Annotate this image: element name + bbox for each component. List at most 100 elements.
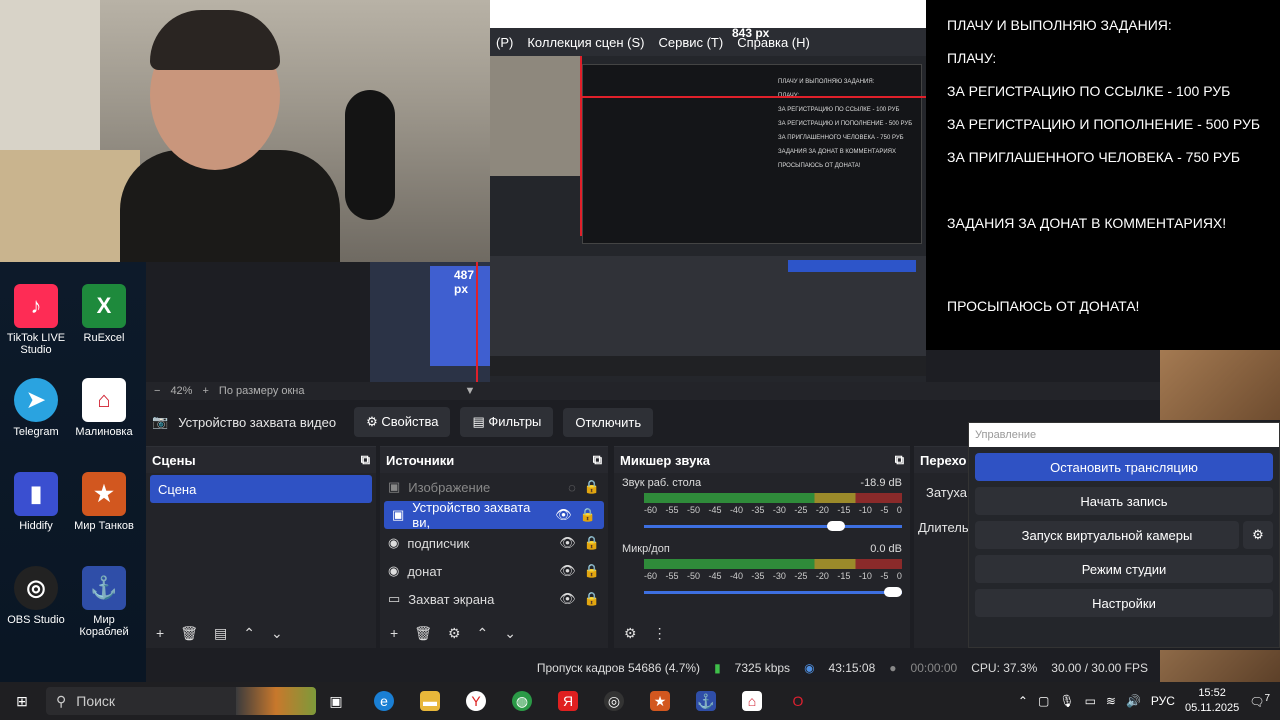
desktop-icon-mir-tankov[interactable]: ★ Мир Танков [68, 472, 140, 532]
zoom-in-button[interactable]: + [202, 385, 208, 397]
source-toolbar: 📷 Устройство захвата видео ⚙ Свойства ▤ … [146, 404, 966, 440]
gear-icon[interactable]: ⚙ [448, 625, 461, 642]
edge-icon[interactable]: e [374, 691, 394, 711]
meter-tick-label: -40 [729, 505, 743, 515]
eye-off-icon[interactable]: ◌ [568, 480, 576, 495]
eye-icon[interactable]: 👁 [559, 535, 576, 551]
filters-button[interactable]: ▤ Фильтры [460, 407, 554, 437]
eye-icon[interactable]: 👁 [555, 507, 572, 523]
notification-icon[interactable]: 🗨7 [1249, 693, 1270, 709]
task-view-icon[interactable]: ▣ [326, 691, 346, 711]
battery-icon[interactable]: ▭ [1085, 694, 1096, 708]
lock-icon[interactable]: 🔒 [580, 507, 596, 523]
desktop-icon-mir-korabley[interactable]: ⚓ Мир Кораблей [68, 566, 140, 638]
chrome-icon[interactable]: ◍ [512, 691, 532, 711]
yandex-icon[interactable]: Я [558, 691, 578, 711]
studio-mode-button[interactable]: Режим студии [975, 555, 1273, 583]
arrow-down-icon[interactable]: ⌄ [271, 625, 283, 642]
source-item[interactable]: ◉ донат 👁 🔒 [380, 557, 608, 585]
eye-icon[interactable]: 👁 [559, 563, 576, 579]
settings-button[interactable]: Настройки [975, 589, 1273, 617]
mic-tray-icon[interactable]: 🎙 [1059, 694, 1074, 708]
transition-select[interactable]: Затуха [914, 473, 970, 500]
lock-icon[interactable]: 🔒 [584, 535, 600, 551]
trash-icon[interactable]: 🗑 [180, 625, 198, 642]
filter-icon[interactable]: ▤ [214, 625, 227, 642]
volume-slider[interactable] [644, 585, 902, 599]
selected-source-name: Устройство захвата видео [178, 414, 337, 430]
obs-icon: ◎ [14, 566, 58, 610]
gear-icon[interactable]: ⚙ [624, 625, 637, 642]
folder-icon[interactable]: ▬ [420, 691, 440, 711]
source-item[interactable]: ◉ подписчик 👁 🔒 [380, 529, 608, 557]
undock-icon[interactable]: ⧉ [361, 452, 370, 468]
source-item[interactable]: ▣ Устройство захвата ви, 👁 🔒 [384, 500, 604, 530]
yandex-browser-icon[interactable]: Y [466, 691, 486, 711]
volume-icon[interactable]: 🔊 [1126, 694, 1141, 708]
monitor-icon: ▭ [388, 591, 401, 606]
mixer-dock: Микшер звука ⧉ Звук раб. стола -18.9 dB -6… [614, 446, 910, 648]
overlay-line: ЗА РЕГИСТРАЦИЮ ПО ССЫЛКЕ - 100 РУБ [947, 83, 1231, 99]
dropped-frames: Пропуск кадров 54686 (4.7%) [536, 661, 701, 675]
chevron-up-icon[interactable]: ⌃ [1018, 694, 1028, 708]
meter-tick-label: -55 [665, 505, 679, 515]
arrow-up-icon[interactable]: ⌃ [243, 625, 255, 642]
desktop-icon-tiktok[interactable]: ♪ TikTok LIVE Studio [0, 284, 72, 356]
lock-icon[interactable]: 🔒 [584, 563, 600, 579]
lock-icon[interactable]: 🔒 [584, 591, 600, 607]
malinovka-taskbar-icon[interactable]: ⌂ [742, 691, 762, 711]
meter-tick-label: -60 [644, 571, 658, 581]
volume-knob[interactable] [884, 587, 902, 597]
taskbar-search[interactable]: ⚲ Поиск [46, 687, 316, 715]
desktop-icon-malinovka[interactable]: ⌂ Малиновка [68, 378, 140, 438]
add-icon[interactable]: + [156, 625, 164, 641]
volume-slider[interactable] [644, 519, 902, 533]
start-record-button[interactable]: Начать запись [975, 487, 1273, 515]
meter-tick-label: -30 [772, 571, 786, 581]
audio-meter [644, 493, 902, 503]
add-icon[interactable]: + [390, 625, 398, 641]
chevron-down-icon[interactable]: ▼ [465, 385, 476, 397]
scenes-dock: Сцены ⧉ Сцена + 🗑 ▤ ⌃ ⌄ [146, 446, 376, 648]
obs-taskbar-icon[interactable]: ◎ [604, 691, 624, 711]
desktop-icon-ruexcel[interactable]: X RuExcel [68, 284, 140, 344]
clock[interactable]: 15:52 05.11.2025 [1185, 686, 1239, 716]
undock-icon[interactable]: ⧉ [895, 452, 904, 468]
camera-tray-icon[interactable]: ▢ [1038, 694, 1049, 708]
trash-icon[interactable]: 🗑 [414, 625, 432, 642]
eye-icon[interactable]: 👁 [559, 591, 576, 607]
wifi-icon[interactable]: ≋ [1106, 694, 1116, 708]
opera-icon[interactable]: O [788, 691, 808, 711]
source-item[interactable]: ▭ Захват экрана 👁 🔒 [380, 585, 608, 613]
scene-item[interactable]: Сцена [150, 475, 372, 503]
menu-dots-icon[interactable]: ⋮ [653, 625, 667, 642]
camera-icon: 📷 [152, 414, 169, 429]
virtual-camera-button[interactable]: Запуск виртуальной камеры [975, 521, 1239, 549]
search-icon: ⚲ [56, 692, 67, 709]
volume-knob[interactable] [827, 521, 846, 531]
arrow-up-icon[interactable]: ⌃ [477, 625, 489, 642]
meter-tick-label: -25 [794, 505, 808, 515]
zoom-fit-select[interactable]: По размеру окна [219, 385, 305, 397]
zoom-out-button[interactable]: − [154, 385, 160, 397]
stop-stream-button[interactable]: Остановить трансляцию [975, 453, 1273, 481]
mir-tankov-taskbar-icon[interactable]: ★ [650, 691, 670, 711]
desktop-icon-obs[interactable]: ◎ OBS Studio [0, 566, 72, 626]
language-indicator[interactable]: РУС [1151, 694, 1175, 708]
channel-name: Звук раб. стола [622, 477, 702, 489]
source-item[interactable]: ▣ Изображение ◌ 🔒 [380, 473, 608, 501]
arrow-down-icon[interactable]: ⌄ [504, 625, 516, 642]
taskbar: ⊞ ⚲ Поиск ▣ e ▬ Y ◍ Я ◎ ★ ⚓ ⌂ O ⌃ ▢ 🎙 ▭ … [0, 682, 1280, 720]
obs-preview[interactable]: (P) Коллекция сцен (S) Сервис (T) Справк… [490, 0, 926, 382]
desktop-icon-hiddify[interactable]: ▮ Hiddify [0, 472, 72, 532]
gear-icon[interactable]: ⚙ [1243, 521, 1273, 549]
windows-start-icon[interactable]: ⊞ [12, 691, 32, 711]
background-image [1160, 350, 1280, 420]
meter-tick-label: -10 [858, 505, 872, 515]
properties-button[interactable]: ⚙ Свойства [354, 407, 451, 437]
lock-icon[interactable]: 🔒 [584, 479, 600, 495]
mir-korabley-taskbar-icon[interactable]: ⚓ [696, 691, 716, 711]
undock-icon[interactable]: ⧉ [593, 452, 602, 468]
desktop-icon-telegram[interactable]: ➤ Telegram [0, 378, 72, 438]
disconnect-button[interactable]: Отключить [563, 407, 654, 437]
